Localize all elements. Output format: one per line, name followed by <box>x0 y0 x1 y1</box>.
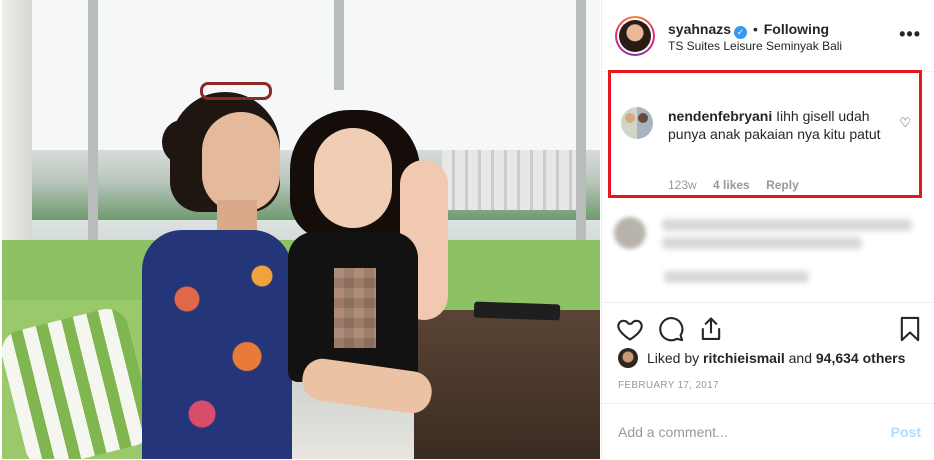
photo-pillar <box>334 0 344 90</box>
photo-censor-blur <box>334 268 376 348</box>
photo-person-right-face <box>314 128 392 228</box>
avatar <box>619 20 651 52</box>
username-link[interactable]: syahnazs <box>668 21 731 37</box>
photo-pillar <box>576 0 586 250</box>
liked-by-conjunction: and <box>788 350 812 366</box>
liked-by-prefix: Liked by <box>647 350 700 366</box>
photo-sunglasses <box>200 82 272 100</box>
post-sidebar: syahnazs ✓ • Following TS Suites Leisure … <box>601 0 934 459</box>
blurred-text-line <box>662 237 862 249</box>
comment-body: nendenfebryani Iihh gisell udah punya an… <box>668 107 888 143</box>
photo-person-left-bun <box>162 120 202 164</box>
share-icon[interactable] <box>697 315 725 343</box>
post-comment-button[interactable]: Post <box>891 424 921 440</box>
comment-username[interactable]: nendenfebryani <box>668 108 772 124</box>
blurred-meta-line <box>664 271 809 283</box>
comment-icon[interactable] <box>657 315 685 343</box>
comment-age[interactable]: 123w <box>668 178 697 192</box>
comment-meta: 123w 4 likes Reply <box>668 178 812 192</box>
highlighted-comment: nendenfebryani Iihh gisell udah punya an… <box>608 70 922 198</box>
comment-likes[interactable]: 4 likes <box>713 178 750 192</box>
blurred-comment <box>614 213 914 293</box>
follow-status-button[interactable]: Following <box>764 21 829 37</box>
photo-phone <box>473 301 561 321</box>
post-photo[interactable] <box>2 0 600 459</box>
verified-badge-icon: ✓ <box>734 26 748 39</box>
add-comment-bar: Post <box>602 403 934 460</box>
comment-reply-button[interactable]: Reply <box>766 178 799 192</box>
heart-icon[interactable] <box>616 315 644 343</box>
post-date[interactable]: FEBRUARY 17, 2017 <box>618 380 719 391</box>
separator-dot: • <box>752 21 758 37</box>
post-header: syahnazs ✓ • Following TS Suites Leisure … <box>602 0 934 72</box>
blurred-avatar <box>614 217 646 249</box>
liker-username-link[interactable]: ritchieismail <box>703 350 785 366</box>
liked-by-text: Liked by ritchieismail and 94,634 others <box>647 350 905 366</box>
liker-avatar[interactable] <box>618 348 638 368</box>
action-bar <box>602 302 934 354</box>
photo-building <box>442 150 582 210</box>
story-ring-avatar[interactable] <box>615 16 655 56</box>
header-user-row: syahnazs ✓ • Following <box>668 20 829 39</box>
photo-floral-dress <box>142 230 292 459</box>
comment-input[interactable] <box>618 424 858 440</box>
comment-avatar[interactable] <box>621 107 653 139</box>
likes-count-link[interactable]: 94,634 others <box>816 350 906 366</box>
bookmark-icon[interactable] <box>896 315 924 343</box>
photo-pillar <box>88 0 98 250</box>
photo-table <box>414 310 600 459</box>
comment-like-heart-icon[interactable]: ♡ <box>899 115 911 131</box>
location-link[interactable]: TS Suites Leisure Seminyak Bali <box>668 39 842 53</box>
blurred-text-line <box>662 219 912 231</box>
more-options-icon[interactable]: ••• <box>899 25 921 43</box>
photo-person-left-face <box>202 112 280 212</box>
